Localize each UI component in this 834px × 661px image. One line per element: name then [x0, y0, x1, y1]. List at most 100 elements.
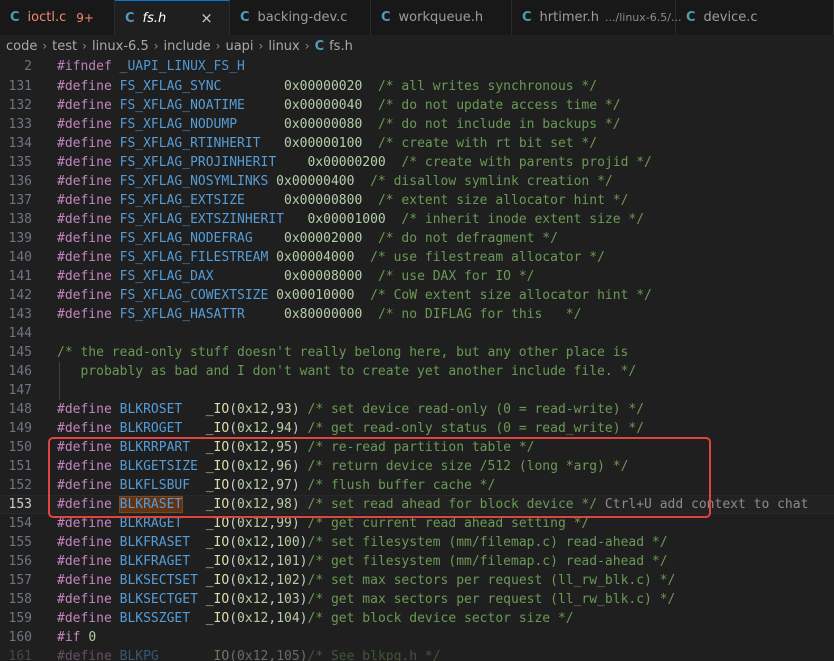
line-number: 147 — [8, 383, 32, 398]
code-line[interactable]: 154 #define BLKRAGET _IO(0x12,99) /* get … — [0, 514, 834, 533]
tab-label: ioctl.c — [27, 10, 67, 25]
line-number: 157 — [8, 573, 32, 588]
code-line[interactable]: 141 #define FS_XFLAG_DAX 0x00008000 /* us… — [0, 267, 834, 286]
code-line[interactable]: 147 — [0, 381, 834, 400]
c-file-icon: C — [686, 10, 696, 25]
chevron-right-icon: › — [258, 39, 264, 53]
line-number: 159 — [8, 611, 32, 626]
tab-device-c[interactable]: Cdevice.c — [676, 0, 834, 35]
code-line[interactable]: 140 #define FS_XFLAG_FILESTREAM 0x0000400… — [0, 248, 834, 267]
tab-fs-h[interactable]: Cfs.h × — [115, 0, 230, 35]
code-line[interactable]: 146 probably as bad and I don't want to … — [0, 362, 834, 381]
code-line[interactable]: 148 #define BLKROSET _IO(0x12,93) /* set … — [0, 400, 834, 419]
breadcrumb: code › test › linux-6.5 › include › uapi › linux › C… — [0, 35, 834, 57]
line-code: #define FS_XFLAG_NOSYMLINKS 0x00000400 /… — [57, 174, 613, 189]
code-line[interactable]: 131 #define FS_XFLAG_SYNC 0x00000020 /* a… — [0, 77, 834, 96]
line-code: #define BLKFRAGET _IO(0x12,101)/* get fi… — [57, 554, 668, 569]
code-line[interactable]: 133 #define FS_XFLAG_NODUMP 0x00000080 /*… — [0, 115, 834, 134]
line-number: 151 — [8, 459, 32, 474]
line-number: 158 — [8, 592, 32, 607]
line-code: #define FS_XFLAG_NODEFRAG 0x00002000 /* … — [57, 231, 558, 246]
code-line[interactable]: 143 #define FS_XFLAG_HASATTR 0x80000000 /… — [0, 305, 834, 324]
code-line[interactable]: 161 #define BLKPG _IO(0x12,105)/* See blk… — [0, 647, 834, 661]
code-line[interactable]: 138 #define FS_XFLAG_EXTSZINHERIT 0x00001… — [0, 210, 834, 229]
code-line[interactable]: 132 #define FS_XFLAG_NOATIME 0x00000040 /… — [0, 96, 834, 115]
tab-backing-dev-c[interactable]: Cbacking-dev.c — [230, 0, 371, 35]
code-line[interactable]: 142 #define FS_XFLAG_COWEXTSIZE 0x0001000… — [0, 286, 834, 305]
line-code: #define BLKFLSBUF _IO(0x12,97) /* flush … — [57, 478, 496, 493]
line-number: 145 — [8, 345, 32, 360]
selected-text: BLKRASET — [118, 496, 184, 513]
tab-description: .../linux-6.5/... — [605, 11, 682, 24]
code-line[interactable]: 149 #define BLKROGET _IO(0x12,94) /* get … — [0, 419, 834, 438]
line-code: #define FS_XFLAG_EXTSIZE 0x00000800 /* e… — [57, 193, 629, 208]
code-line[interactable]: 144 — [0, 324, 834, 343]
line-number: 139 — [8, 231, 32, 246]
tab-label: fs.h — [142, 10, 167, 26]
code-line[interactable]: 156 #define BLKFRAGET _IO(0x12,101)/* get… — [0, 552, 834, 571]
line-number: 135 — [8, 155, 32, 170]
line-number: 149 — [8, 421, 32, 436]
line-code: #define FS_XFLAG_NODUMP 0x00000080 /* do… — [57, 117, 621, 132]
breadcrumb-item[interactable]: linux-6.5 — [92, 39, 149, 54]
line-code: #define FS_XFLAG_RTINHERIT 0x00000100 /*… — [57, 136, 598, 151]
breadcrumb-item[interactable]: uapi — [225, 39, 253, 54]
editor-tab-bar: Cioctl.c 9+ Cfs.h × Cbacking-dev.c Cworkqueue… — [0, 0, 834, 36]
tab-hrtimer-h[interactable]: Chrtimer.h .../linux-6.5/... — [512, 0, 681, 35]
code-line[interactable]: 159 #define BLKSSZGET _IO(0x12,104)/* get… — [0, 609, 834, 628]
line-number: 156 — [8, 554, 32, 569]
close-icon[interactable]: × — [200, 9, 213, 27]
line-number: 144 — [8, 326, 32, 341]
line-code: #define BLKGETSIZE _IO(0x12,96) /* retur… — [57, 459, 629, 474]
code-line[interactable]: 145 /* the read-only stuff doesn't really… — [0, 343, 834, 362]
tab-label: hrtimer.h — [539, 10, 600, 25]
code-line[interactable]: 137 #define FS_XFLAG_EXTSIZE 0x00000800 /… — [0, 191, 834, 210]
line-number: 2 — [24, 59, 32, 74]
breadcrumb-item[interactable]: code — [6, 39, 37, 54]
line-code: #define BLKFRASET _IO(0x12,100)/* set fi… — [57, 535, 668, 550]
code-line[interactable]: 2 #ifndef _UAPI_LINUX_FS_H — [0, 57, 834, 76]
problems-badge: 9+ — [76, 10, 94, 25]
line-code: #define FS_XFLAG_FILESTREAM 0x00004000 /… — [57, 250, 605, 265]
c-file-icon: C — [314, 38, 325, 54]
line-number: 136 — [8, 174, 32, 189]
breadcrumb-item[interactable]: linux — [268, 39, 299, 54]
line-number: 155 — [8, 535, 32, 550]
c-file-icon: C — [10, 10, 20, 25]
c-file-icon: C — [125, 10, 135, 26]
tab-ioctl-c[interactable]: Cioctl.c 9+ — [0, 0, 115, 35]
line-code: #define BLKPG _IO(0x12,105)/* See blkpg.… — [57, 649, 441, 661]
breadcrumb-item[interactable]: test — [52, 39, 77, 54]
line-code: /* the read-only stuff doesn't really be… — [57, 345, 629, 360]
c-file-icon: C — [240, 10, 250, 25]
chevron-right-icon: › — [215, 39, 221, 53]
code-line[interactable]: 157 #define BLKSECTSET _IO(0x12,102)/* se… — [0, 571, 834, 590]
code-line[interactable]: 136 #define FS_XFLAG_NOSYMLINKS 0x0000040… — [0, 172, 834, 191]
line-number: 131 — [8, 79, 32, 94]
line-code: #define BLKRASET _IO(0x12,98) /* set rea… — [57, 496, 809, 513]
chevron-right-icon: › — [153, 39, 159, 53]
code-line[interactable]: 153 #define BLKRASET _IO(0x12,98) /* set … — [0, 495, 834, 514]
code-line[interactable]: 151 #define BLKGETSIZE _IO(0x12,96) /* re… — [0, 457, 834, 476]
line-code: probably as bad and I don't want to crea… — [57, 364, 637, 379]
breadcrumb-file[interactable]: fs.h — [329, 39, 353, 54]
line-number: 138 — [8, 212, 32, 227]
line-code: #define FS_XFLAG_COWEXTSIZE 0x00010000 /… — [57, 288, 652, 303]
tab-label: device.c — [703, 10, 758, 25]
code-line[interactable]: 158 #define BLKSECTGET _IO(0x12,103)/* ge… — [0, 590, 834, 609]
code-line[interactable]: 134 #define FS_XFLAG_RTINHERIT 0x00000100… — [0, 134, 834, 153]
line-code: #define BLKRRPART _IO(0x12,95) /* re-rea… — [57, 440, 535, 455]
breadcrumb-item[interactable]: include — [164, 39, 211, 54]
code-line[interactable]: 152 #define BLKFLSBUF _IO(0x12,97) /* flu… — [0, 476, 834, 495]
line-code: #define BLKSECTGET _IO(0x12,103)/* get m… — [57, 592, 676, 607]
code-line[interactable]: 155 #define BLKFRASET _IO(0x12,100)/* set… — [0, 533, 834, 552]
code-line[interactable]: 160 #if 0 — [0, 628, 834, 647]
line-number: 152 — [8, 478, 32, 493]
line-number: 141 — [8, 269, 32, 284]
code-editor[interactable]: 2 #ifndef _UAPI_LINUX_FS_H 131 #define FS_X… — [0, 57, 834, 661]
code-line[interactable]: 139 #define FS_XFLAG_NODEFRAG 0x00002000 … — [0, 229, 834, 248]
code-line[interactable]: 135 #define FS_XFLAG_PROJINHERIT 0x000002… — [0, 153, 834, 172]
tab-workqueue-h[interactable]: Cworkqueue.h — [371, 0, 512, 35]
code-line[interactable]: 150 #define BLKRRPART _IO(0x12,95) /* re-… — [0, 438, 834, 457]
line-number: 143 — [8, 307, 32, 322]
